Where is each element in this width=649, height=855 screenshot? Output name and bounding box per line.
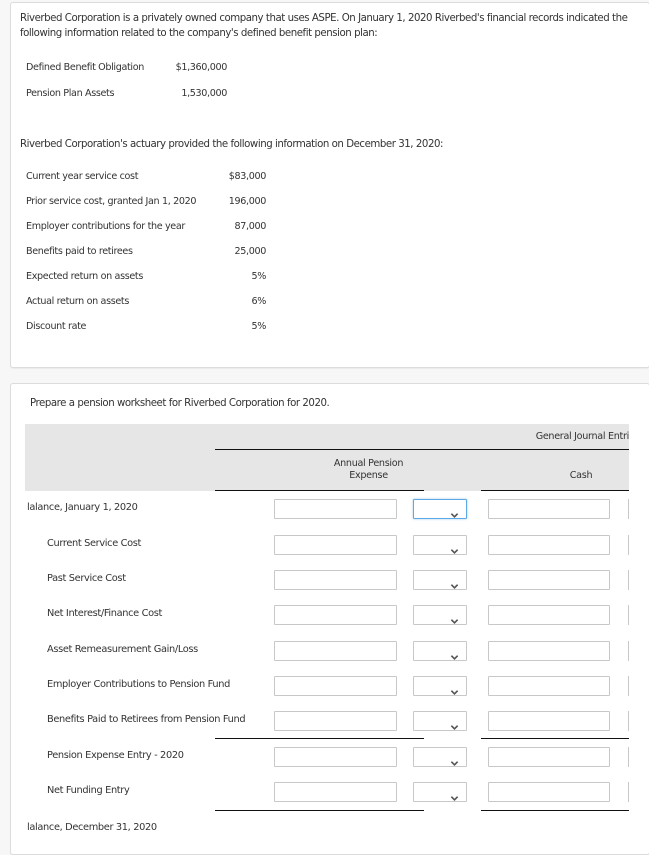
chevron-down-icon: [450, 753, 459, 766]
intro-paragraph: Riverbed Corporation is a privately owne…: [20, 13, 628, 39]
worksheet-card: Prepare a pension worksheet for Riverbed…: [10, 383, 649, 855]
row-label: Current Service Cost: [47, 538, 142, 549]
cash-input[interactable]: [488, 676, 610, 696]
annual-pension-expense-input[interactable]: [274, 711, 397, 731]
actuary-value: 6%: [251, 296, 266, 307]
row-label: Benefits Paid to Retirees from Pension F…: [47, 714, 246, 725]
expense-subtotal-line: [215, 738, 424, 739]
annual-pension-expense-input[interactable]: [274, 570, 397, 590]
debit-credit-select[interactable]: [413, 605, 467, 625]
worksheet-instruction: Prepare a pension worksheet for Riverbed…: [30, 398, 330, 409]
debit-credit-select[interactable]: [413, 676, 467, 696]
debit-credit-select[interactable]: [413, 747, 467, 767]
row-label: Net Interest/Finance Cost: [47, 608, 162, 619]
header-general-journal-entries: General Journal Entri: [535, 431, 629, 442]
info-label-dbo: Defined Benefit Obligation: [26, 62, 144, 73]
actuary-value: 196,000: [228, 196, 267, 207]
next-column-input-edge[interactable]: [628, 676, 629, 696]
header-cash: Cash: [569, 470, 593, 481]
annual-pension-expense-input[interactable]: [274, 535, 397, 555]
row-label: Net Funding Entry: [47, 785, 130, 796]
row-label: lalance, December 31, 2020: [27, 822, 157, 833]
cash-subtotal-line: [481, 738, 629, 739]
debit-credit-select[interactable]: [413, 711, 467, 731]
actuary-label: Employer contributions for the year: [26, 221, 185, 232]
expense-column-underline: [215, 490, 424, 491]
cash-total-line: [481, 810, 629, 811]
chevron-down-icon: [450, 682, 459, 695]
chevron-down-icon: [450, 576, 459, 589]
chevron-down-icon: [450, 788, 459, 801]
chevron-down-icon: [450, 611, 459, 624]
debit-credit-select[interactable]: [413, 782, 467, 802]
debit-credit-select[interactable]: [413, 641, 467, 661]
actuary-value: 87,000: [234, 221, 267, 232]
cash-input[interactable]: [488, 570, 610, 590]
actuary-value: 5%: [251, 271, 266, 282]
cash-input[interactable]: [488, 535, 610, 555]
problem-info-card: Riverbed Corporation is a privately owne…: [10, 2, 649, 368]
row-label: lalance, January 1, 2020: [27, 502, 138, 513]
cash-input[interactable]: [488, 641, 610, 661]
next-column-input-edge[interactable]: [628, 747, 629, 767]
annual-pension-expense-input[interactable]: [274, 605, 397, 625]
debit-credit-select[interactable]: [413, 499, 467, 519]
cash-input[interactable]: [488, 711, 610, 731]
next-column-input-edge[interactable]: [628, 499, 629, 519]
actuary-label: Current year service cost: [26, 171, 139, 182]
debit-credit-select[interactable]: [413, 535, 467, 555]
header-line: Annual Pension: [333, 458, 404, 469]
actuary-label: Benefits paid to retirees: [26, 246, 133, 257]
header-line: Expense: [349, 470, 388, 481]
cash-input[interactable]: [488, 499, 610, 519]
debit-credit-select[interactable]: [413, 570, 467, 590]
info-label-plan-assets: Pension Plan Assets: [26, 88, 115, 99]
row-label: Employer Contributions to Pension Fund: [47, 679, 231, 690]
next-column-input-edge[interactable]: [628, 711, 629, 731]
chevron-down-icon: [450, 647, 459, 660]
row-label: Pension Expense Entry - 2020: [47, 750, 184, 761]
chevron-down-icon: [450, 505, 459, 518]
cash-input[interactable]: [488, 782, 610, 802]
annual-pension-expense-input[interactable]: [274, 641, 397, 661]
annual-pension-expense-input[interactable]: [274, 747, 397, 767]
info-value-dbo: $1,360,000: [175, 62, 228, 73]
next-column-input-edge[interactable]: [628, 570, 629, 590]
next-column-input-edge[interactable]: [628, 641, 629, 661]
cash-input[interactable]: [488, 605, 610, 625]
actuary-value: 5%: [251, 321, 266, 332]
next-column-input-edge[interactable]: [628, 605, 629, 625]
actuary-paragraph: Riverbed Corporation's actuary provided …: [20, 139, 443, 150]
actuary-label: Discount rate: [26, 321, 87, 332]
annual-pension-expense-input[interactable]: [274, 782, 397, 802]
next-column-input-edge[interactable]: [628, 782, 629, 802]
actuary-value: $83,000: [228, 171, 267, 182]
expense-total-line: [215, 810, 424, 811]
chevron-down-icon: [450, 717, 459, 730]
annual-pension-expense-input[interactable]: [274, 676, 397, 696]
info-value-plan-assets: 1,530,000: [181, 88, 227, 99]
row-label: Asset Remeasurement Gain/Loss: [47, 644, 198, 655]
annual-pension-expense-input[interactable]: [274, 499, 397, 519]
header-group-divider: [215, 449, 629, 450]
chevron-down-icon: [450, 541, 459, 554]
cash-column-underline: [481, 490, 629, 491]
next-column-input-edge[interactable]: [628, 535, 629, 555]
actuary-label: Actual return on assets: [26, 296, 129, 307]
row-label: Past Service Cost: [47, 573, 126, 584]
actuary-label: Expected return on assets: [26, 271, 143, 282]
header-annual-pension-expense: Annual Pension Expense: [311, 458, 426, 482]
actuary-label: Prior service cost, granted Jan 1, 2020: [26, 196, 197, 207]
actuary-value: 25,000: [234, 246, 267, 257]
cash-input[interactable]: [488, 747, 610, 767]
